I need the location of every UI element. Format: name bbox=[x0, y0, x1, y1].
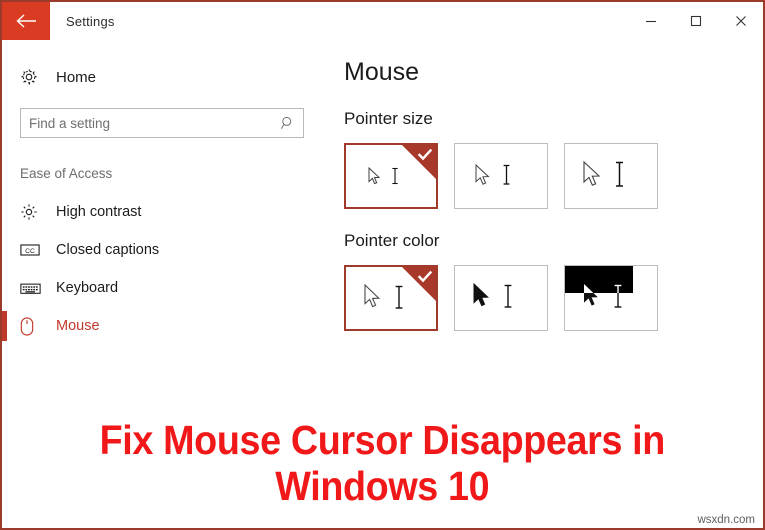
arrow-cursor-icon bbox=[583, 283, 601, 315]
pointer-size-options bbox=[344, 143, 763, 209]
closed-captions-icon: CC bbox=[20, 242, 44, 258]
svg-text:CC: CC bbox=[25, 248, 35, 255]
minimize-button[interactable] bbox=[628, 2, 673, 40]
pointer-size-small-tile[interactable] bbox=[344, 143, 438, 209]
search-box[interactable] bbox=[20, 108, 304, 138]
ibeam-cursor-icon bbox=[390, 167, 400, 190]
brightness-icon bbox=[20, 203, 44, 221]
pointer-color-black-tile[interactable] bbox=[454, 265, 548, 331]
close-button[interactable] bbox=[718, 2, 763, 40]
sidebar-item-label: Keyboard bbox=[56, 280, 119, 296]
pointer-size-heading: Pointer size bbox=[344, 109, 433, 128]
sidebar-item-keyboard[interactable]: Keyboard bbox=[2, 269, 324, 307]
mouse-icon bbox=[20, 316, 44, 336]
caption-line-2: Windows 10 bbox=[275, 463, 490, 509]
sidebar-item-label: Mouse bbox=[56, 318, 100, 334]
sidebar-item-home[interactable]: Home bbox=[2, 62, 324, 92]
gear-icon bbox=[20, 68, 46, 86]
ibeam-cursor-icon bbox=[613, 161, 626, 193]
arrow-cursor-icon bbox=[583, 160, 603, 195]
page-title: Mouse bbox=[344, 58, 420, 86]
search-input[interactable] bbox=[21, 109, 273, 137]
sidebar-home-label: Home bbox=[56, 68, 97, 86]
pointer-color-inverted-tile[interactable] bbox=[564, 265, 658, 331]
sidebar-item-label: High contrast bbox=[56, 204, 142, 220]
settings-window: Settings Home Find a setting Ease of Acc… bbox=[0, 0, 765, 530]
back-arrow-icon bbox=[15, 13, 37, 29]
ibeam-cursor-icon bbox=[502, 284, 514, 314]
sidebar-item-mouse[interactable]: Mouse bbox=[2, 307, 324, 345]
ibeam-cursor-icon bbox=[501, 164, 512, 191]
arrow-cursor-icon bbox=[364, 283, 382, 316]
window-controls bbox=[628, 2, 763, 40]
sidebar-nav: High contrast CC Closed captions Keyboar… bbox=[2, 193, 324, 345]
pointer-color-options bbox=[344, 265, 763, 331]
maximize-button[interactable] bbox=[673, 2, 718, 40]
sidebar-section-header: Ease of Access bbox=[20, 166, 113, 181]
pointer-size-large-tile[interactable] bbox=[564, 143, 658, 209]
sidebar: Home Ease of Access bbox=[2, 40, 324, 400]
pointer-color-heading: Pointer color bbox=[344, 231, 440, 250]
checkmark-icon bbox=[417, 269, 433, 285]
checkmark-icon bbox=[417, 147, 433, 163]
pointer-size-medium-tile[interactable] bbox=[454, 143, 548, 209]
sidebar-item-high-contrast[interactable]: High contrast bbox=[2, 193, 324, 231]
watermark: wsxdn.com bbox=[697, 514, 755, 526]
ibeam-cursor-icon bbox=[612, 284, 624, 314]
title-bar: Settings bbox=[2, 2, 763, 40]
caption-line-1: Fix Mouse Cursor Disappears in bbox=[99, 417, 666, 464]
window-title: Settings bbox=[66, 13, 115, 29]
arrow-cursor-icon bbox=[475, 163, 492, 193]
sidebar-item-label: Closed captions bbox=[56, 242, 160, 258]
back-button[interactable] bbox=[2, 2, 50, 40]
search-icon[interactable] bbox=[273, 115, 303, 131]
keyboard-icon bbox=[20, 281, 44, 296]
sidebar-item-closed-captions[interactable]: CC Closed captions bbox=[2, 231, 324, 269]
main-panel: Mouse Pointer size Pointer color bbox=[324, 40, 763, 400]
arrow-cursor-icon bbox=[368, 166, 382, 192]
caption-banner: Fix Mouse Cursor Disappears in Windows 1… bbox=[2, 400, 763, 528]
arrow-cursor-icon bbox=[473, 282, 491, 315]
pointer-color-white-tile[interactable] bbox=[344, 265, 438, 331]
